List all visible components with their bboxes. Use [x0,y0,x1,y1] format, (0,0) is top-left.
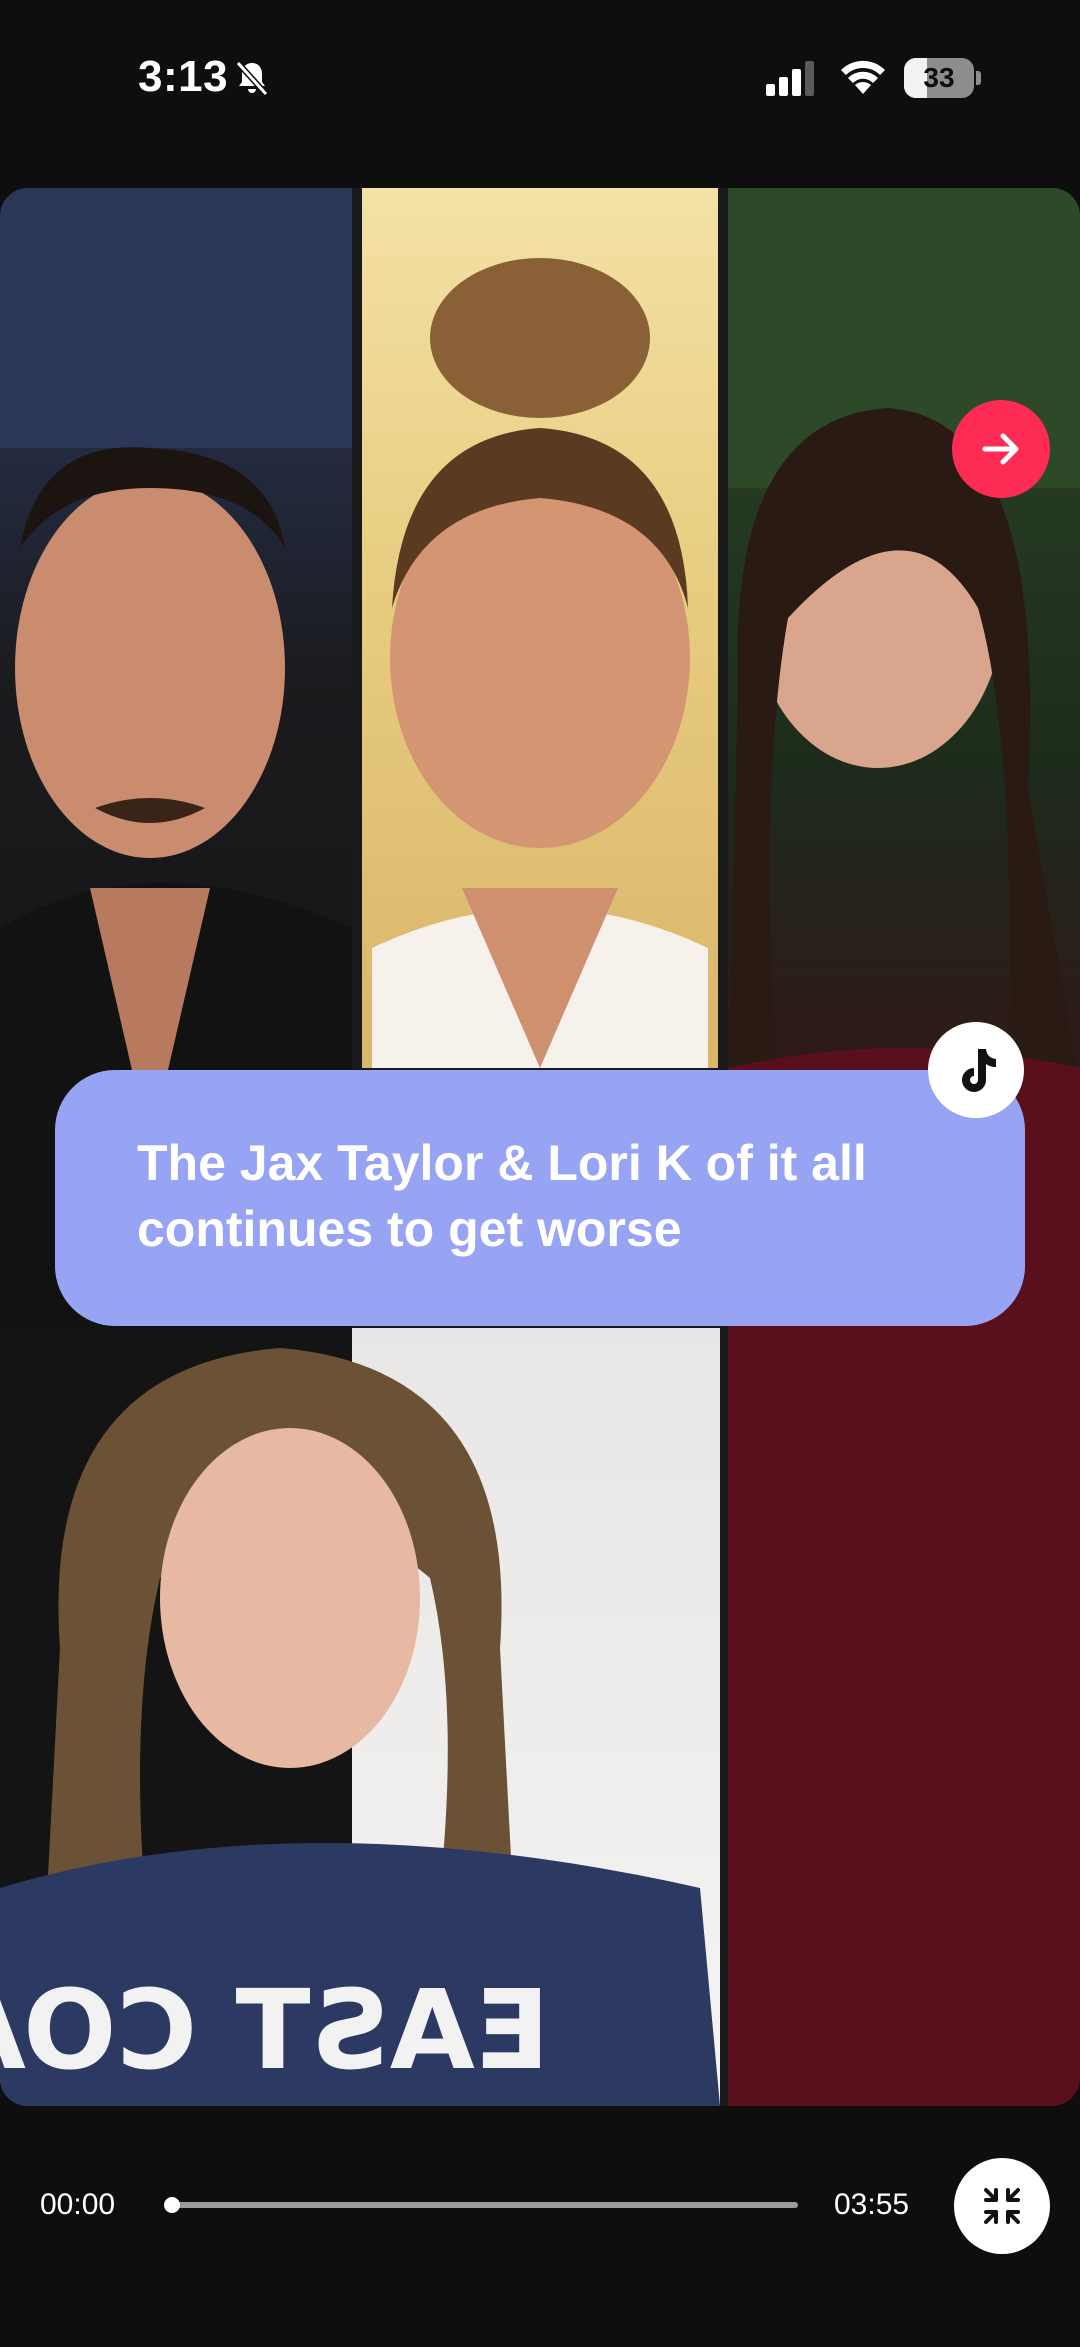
cellular-signal-icon [766,61,814,96]
bell-slash-icon [235,60,269,97]
wifi-icon [841,60,885,94]
photo-middle-top-panel [362,188,718,1068]
tiktok-logo-icon [962,1049,996,1092]
video-player[interactable]: EAST COAST The Jax Taylor & Lori K of it… [0,188,1080,2106]
title-banner: The Jax Taylor & Lori K of it all contin… [55,1070,1025,1326]
total-time: 03:55 [834,2188,910,2221]
arrow-right-icon [982,433,1019,465]
photo-inset-panel: EAST COAST [0,1328,720,2106]
svg-text:EAST COAST: EAST COAST [0,1966,550,2094]
status-bar: 3:13 33 [0,0,1080,160]
current-time: 00:00 [40,2188,116,2221]
seek-bar[interactable] [172,2202,798,2208]
collapse-icon [984,2188,1020,2224]
collapse-button[interactable] [954,2158,1050,2254]
seek-thumb[interactable] [164,2197,180,2213]
player-controls: 00:00 03:55 [0,2140,1080,2280]
video-title: The Jax Taylor & Lori K of it all contin… [137,1135,867,1257]
next-arrow-button[interactable] [952,400,1050,498]
status-time: 3:13 [138,52,229,101]
battery-level: 33 [923,62,955,93]
battery-icon: 33 [904,58,981,98]
tiktok-badge [928,1022,1024,1118]
